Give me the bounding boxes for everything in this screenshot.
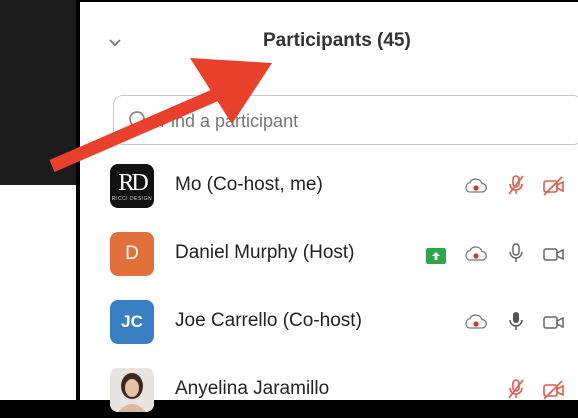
avatar: JC: [110, 300, 154, 344]
video-area-dark: [0, 0, 80, 185]
video-off-icon[interactable]: [542, 378, 566, 402]
mic-muted-icon[interactable]: [504, 173, 528, 197]
search-box[interactable]: [113, 95, 578, 145]
participant-row[interactable]: RD RICCI DESIGN Mo (Co-host, me): [80, 158, 578, 214]
avatar: RD RICCI DESIGN: [110, 164, 154, 208]
panel-header: Participants (45): [80, 18, 578, 70]
video-icon[interactable]: [542, 242, 566, 266]
share-screen-icon: [426, 248, 446, 264]
video-area-light: [0, 185, 76, 400]
avatar: [110, 368, 154, 412]
participant-row[interactable]: D Daniel Murphy (Host): [80, 226, 578, 282]
record-icon: [465, 178, 487, 193]
participants-panel: Participants (45) RD RICCI DESIGN Mo (Co…: [80, 0, 578, 412]
panel-title: Participants (45): [263, 30, 411, 51]
record-icon: [465, 314, 487, 329]
avatar-monogram: RD: [118, 169, 148, 196]
participant-name: Mo (Co-host, me): [175, 174, 323, 195]
participant-row[interactable]: JC Joe Carrello (Co-host): [80, 294, 578, 350]
video-off-icon[interactable]: [542, 174, 566, 198]
search-icon: [129, 111, 149, 131]
avatar-photo-icon: [110, 368, 154, 412]
search-input[interactable]: [158, 103, 542, 139]
mic-icon[interactable]: [504, 309, 528, 333]
participant-name: Joe Carrello (Co-host): [175, 310, 362, 331]
participant-name: Daniel Murphy (Host): [175, 242, 355, 263]
chevron-down-icon[interactable]: [106, 34, 124, 52]
record-icon: [465, 246, 487, 261]
video-icon[interactable]: [542, 310, 566, 334]
avatar-subtext: RICCI DESIGN: [111, 195, 153, 202]
mic-icon[interactable]: [504, 241, 528, 265]
participant-row[interactable]: Anyelina Jaramillo: [80, 362, 578, 418]
avatar: D: [110, 232, 154, 276]
mic-muted-icon[interactable]: [504, 377, 528, 401]
participant-name: Anyelina Jaramillo: [175, 378, 330, 399]
